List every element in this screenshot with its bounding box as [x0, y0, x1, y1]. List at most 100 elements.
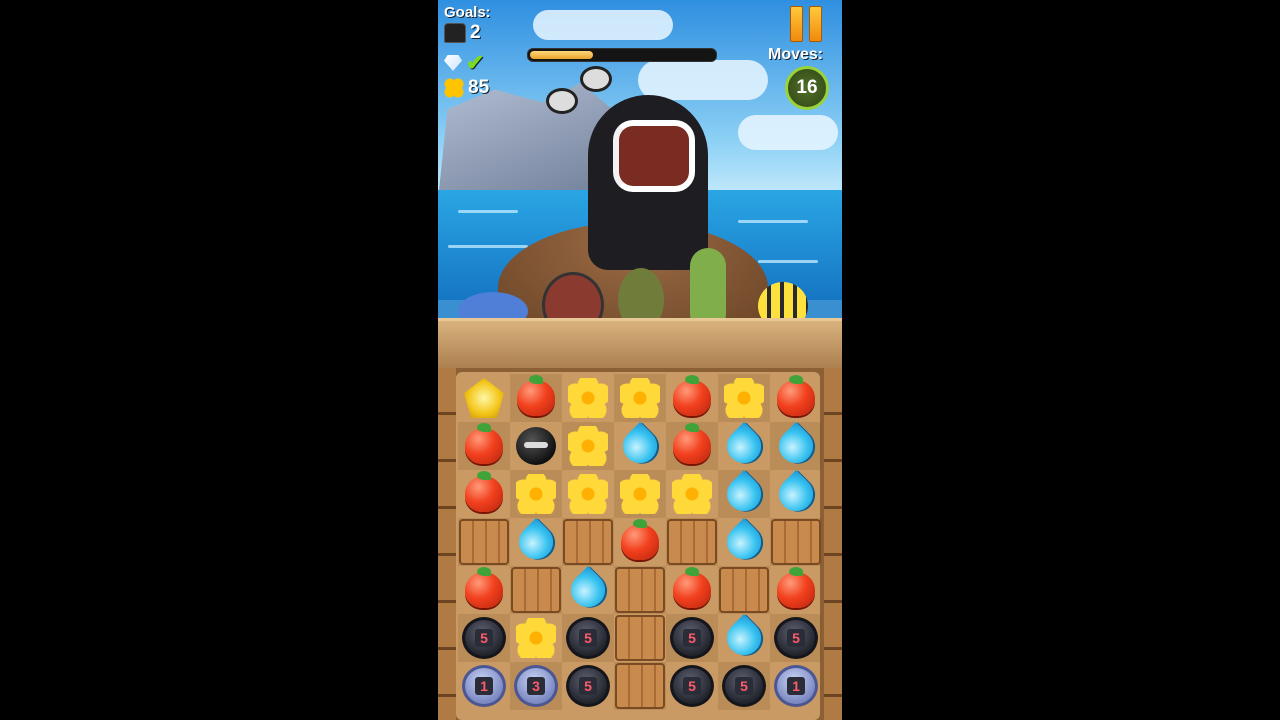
- board-cell[interactable]: [562, 565, 614, 615]
- star-gem-tile: [464, 378, 504, 418]
- goal-boss: 2: [444, 22, 481, 44]
- game-board: 5 5 5 5 1 3 5 5 5 1: [438, 368, 842, 720]
- board-cell[interactable]: 5: [562, 614, 614, 662]
- water-drop-tile: [719, 421, 769, 471]
- board-cell[interactable]: 5: [666, 662, 718, 710]
- board-cell[interactable]: [614, 470, 666, 518]
- apple-tile: [621, 519, 659, 560]
- board-cell[interactable]: [510, 374, 562, 422]
- apple-tile: [673, 375, 711, 416]
- game-screen: 5 5 5 5 1 3 5 5 5 1 Goals: 2 ✔ 85 Moves: 16: [438, 0, 842, 720]
- board-cell[interactable]: [666, 566, 718, 614]
- caged-blocker: 1: [774, 665, 818, 707]
- board-cell[interactable]: [614, 662, 666, 710]
- wooden-crate-blocker: [615, 567, 665, 613]
- board-cell[interactable]: [510, 566, 562, 614]
- water-drop-tile: [771, 469, 821, 519]
- board-cell[interactable]: [718, 566, 770, 614]
- apple-tile: [465, 567, 503, 608]
- board-cell[interactable]: [614, 374, 666, 422]
- water-drop-tile: [719, 517, 769, 567]
- flower-tile: [672, 474, 712, 514]
- board-wall-left: [438, 368, 456, 720]
- board-cell[interactable]: [458, 422, 510, 470]
- flower-tile: [724, 378, 764, 418]
- board-cell[interactable]: [510, 470, 562, 518]
- board-cell[interactable]: 1: [770, 662, 822, 710]
- ninja-bomb-tile: [516, 427, 556, 465]
- caged-blocker: 5: [670, 665, 714, 707]
- board-cell[interactable]: [770, 566, 822, 614]
- apple-tile: [465, 423, 503, 464]
- wooden-crate-blocker: [719, 567, 769, 613]
- board-cell[interactable]: [718, 517, 770, 567]
- moves-label: Moves:: [768, 46, 824, 63]
- caged-blocker: 5: [670, 617, 714, 659]
- boss-goal-icon: [444, 23, 466, 43]
- board-cell[interactable]: [666, 422, 718, 470]
- blocker-count: 5: [579, 629, 597, 647]
- caged-blocker: 3: [514, 665, 558, 707]
- board-cell[interactable]: [614, 518, 666, 566]
- board-cell[interactable]: [510, 517, 562, 567]
- boss-health-bar: [527, 48, 717, 62]
- board-cell[interactable]: [562, 470, 614, 518]
- boss-health-fill: [530, 51, 593, 59]
- board-cell[interactable]: [666, 470, 718, 518]
- blocker-count: 5: [475, 629, 493, 647]
- board-cell[interactable]: [510, 614, 562, 662]
- caged-blocker: 1: [462, 665, 506, 707]
- caged-blocker: 5: [722, 665, 766, 707]
- caged-blocker: 5: [566, 665, 610, 707]
- board-cell[interactable]: [614, 421, 666, 471]
- board-cell[interactable]: [666, 518, 718, 566]
- apple-tile: [465, 471, 503, 512]
- blocker-count: 5: [735, 677, 753, 695]
- board-cell[interactable]: [718, 469, 770, 519]
- board-cell[interactable]: [770, 421, 822, 471]
- board-cell[interactable]: [718, 613, 770, 663]
- apple-tile: [517, 375, 555, 416]
- caged-blocker: 5: [462, 617, 506, 659]
- caged-blocker: 5: [566, 617, 610, 659]
- flower-tile: [568, 426, 608, 466]
- pause-icon-bar: [790, 6, 803, 42]
- board-wall-right: [824, 368, 842, 720]
- board-cell[interactable]: [614, 614, 666, 662]
- board-cell[interactable]: 5: [562, 662, 614, 710]
- board-cell[interactable]: [562, 422, 614, 470]
- goals-label: Goals:: [444, 4, 491, 21]
- board-cell[interactable]: [666, 374, 718, 422]
- water-drop-tile: [511, 517, 561, 567]
- board-cell[interactable]: [510, 422, 562, 470]
- wooden-crate-blocker: [771, 519, 821, 565]
- board-cell[interactable]: [770, 469, 822, 519]
- flower-tile: [516, 618, 556, 658]
- board-cell[interactable]: 5: [718, 662, 770, 710]
- board-cell[interactable]: [562, 518, 614, 566]
- board-cell[interactable]: [458, 470, 510, 518]
- board-cell[interactable]: [562, 374, 614, 422]
- water-drop-tile: [563, 565, 613, 615]
- board-cell[interactable]: 5: [770, 614, 822, 662]
- board-cell[interactable]: [770, 518, 822, 566]
- board-cell[interactable]: 1: [458, 662, 510, 710]
- pause-button[interactable]: [788, 6, 824, 42]
- boss-mouth: [613, 120, 695, 192]
- board-cell[interactable]: [458, 374, 510, 422]
- board-cell[interactable]: [458, 518, 510, 566]
- flower-goal-count: 85: [468, 77, 490, 98]
- water-drop-tile: [771, 421, 821, 471]
- board-cell[interactable]: [614, 566, 666, 614]
- board-cell[interactable]: 5: [666, 614, 718, 662]
- blocker-count: 1: [475, 677, 493, 695]
- board-cell[interactable]: [718, 421, 770, 471]
- flower-tile: [568, 474, 608, 514]
- caged-blocker: 5: [774, 617, 818, 659]
- board-cell[interactable]: [770, 374, 822, 422]
- apple-tile: [777, 375, 815, 416]
- board-cell[interactable]: [458, 566, 510, 614]
- board-cell[interactable]: 5: [458, 614, 510, 662]
- board-cell[interactable]: [718, 374, 770, 422]
- board-cell[interactable]: 3: [510, 662, 562, 710]
